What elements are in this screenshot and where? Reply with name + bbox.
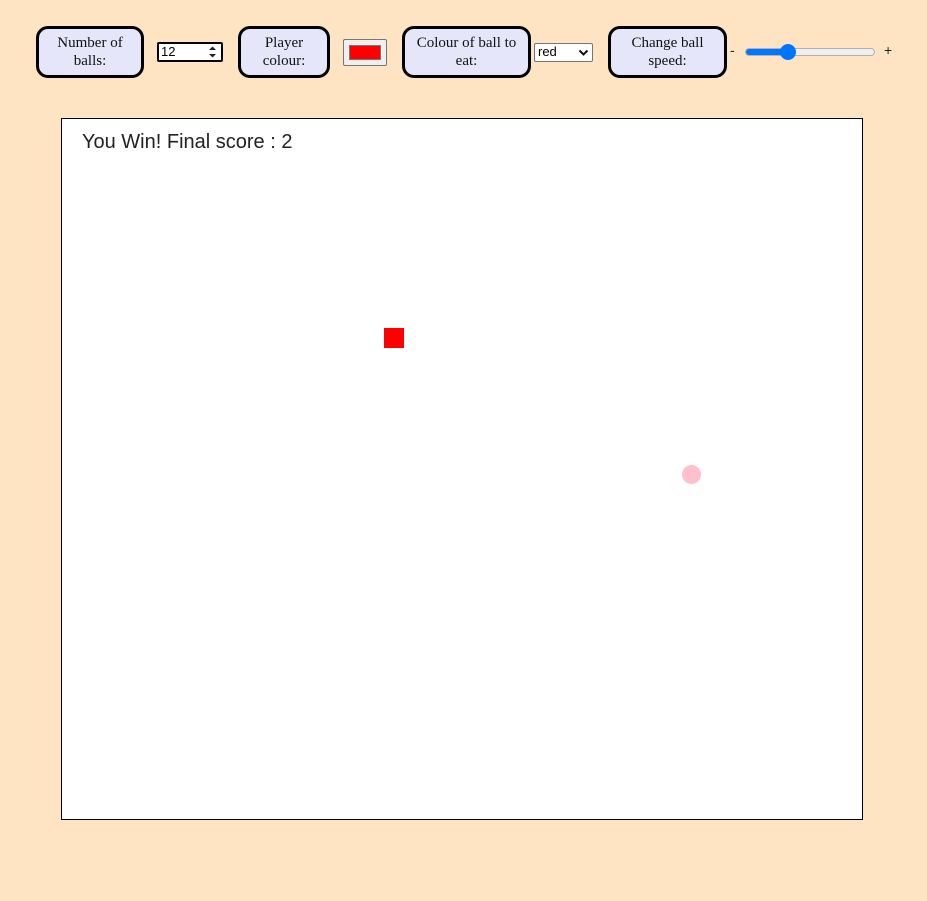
player-colour-label: Player colour:: [238, 26, 330, 78]
slider-track: [745, 48, 875, 56]
number-of-balls-value: 12: [161, 44, 176, 59]
number-of-balls-label-text: Number of balls:: [57, 35, 123, 69]
change-ball-speed-label-text: Change ball speed:: [631, 35, 704, 69]
ball-colour-selected-value: red: [538, 44, 557, 59]
game-status-text: You Win! Final score : 2: [82, 131, 293, 153]
slider-thumb[interactable]: [779, 44, 796, 60]
speed-minus-label: -: [730, 42, 735, 58]
number-of-balls-label: Number of balls:: [36, 26, 144, 78]
change-ball-speed-label: Change ball speed:: [608, 26, 727, 78]
colour-of-ball-to-eat-label: Colour of ball to eat:: [402, 26, 531, 78]
ball: [682, 465, 701, 484]
player-colour-label-text: Player colour:: [262, 35, 306, 69]
colour-of-ball-to-eat-label-text: Colour of ball to eat:: [416, 35, 517, 69]
chevron-down-icon: [578, 49, 589, 56]
ball-speed-slider[interactable]: [745, 44, 875, 60]
player-colour-picker[interactable]: [343, 39, 387, 66]
number-of-balls-input[interactable]: 12: [157, 42, 223, 62]
controls-toolbar: Number of balls: 12 Player colour: Colou…: [0, 0, 927, 100]
game-canvas[interactable]: You Win! Final score : 2: [61, 118, 863, 820]
speed-plus-label: +: [884, 42, 893, 58]
player-square: [384, 328, 404, 348]
ball-colour-select[interactable]: red: [534, 43, 593, 62]
player-colour-swatch: [349, 45, 381, 60]
spinner-arrows-icon[interactable]: [208, 45, 217, 59]
